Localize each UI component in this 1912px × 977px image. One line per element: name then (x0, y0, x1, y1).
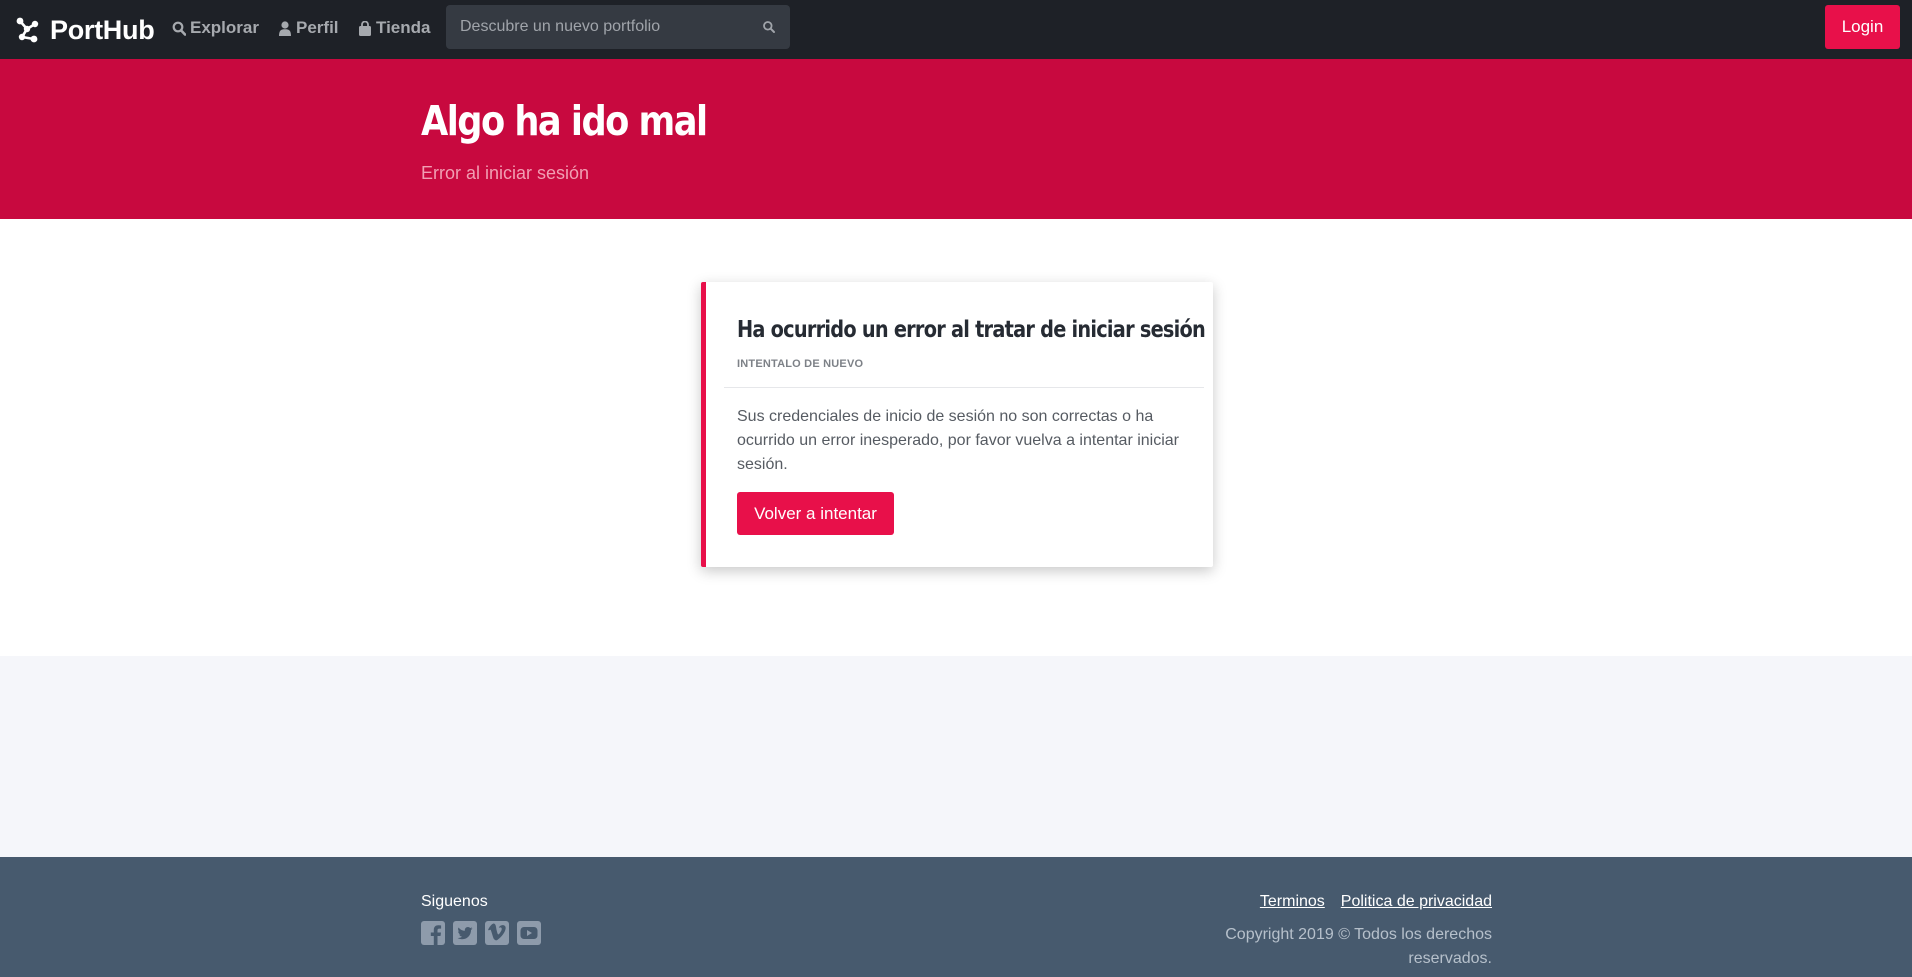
error-card-title: Ha ocurrido un error al tratar de inicia… (737, 317, 1206, 343)
error-card-subtitle: INTENTALO DE NUEVO (737, 358, 864, 370)
footer-links: Terminos Politica de privacidad (1244, 893, 1492, 911)
brand-logo[interactable]: PortHub (14, 12, 155, 48)
follow-us-label: Siguenos (421, 893, 488, 910)
nav-item-tienda[interactable]: Tienda (358, 18, 430, 38)
user-icon (279, 20, 291, 36)
shopping-bag-icon (359, 20, 371, 36)
terms-link[interactable]: Terminos (1260, 893, 1325, 911)
login-button[interactable]: Login (1825, 5, 1900, 49)
search-button[interactable] (762, 20, 776, 34)
nav-item-explorar[interactable]: Explorar (172, 18, 259, 38)
social-links (421, 921, 549, 945)
error-card: Ha ocurrido un error al tratar de inicia… (701, 282, 1213, 567)
privacy-policy-link[interactable]: Politica de privacidad (1341, 893, 1492, 911)
youtube-icon[interactable] (517, 921, 541, 945)
error-message: Sus credenciales de inicio de sesión no … (737, 408, 1180, 473)
page-title: Algo ha ido mal (421, 97, 708, 145)
search-icon (172, 21, 186, 36)
page-subtitle: Error al iniciar sesión (421, 163, 590, 183)
brand-name: PortHub (50, 14, 155, 45)
nav-item-label: Tienda (376, 18, 431, 37)
hero-banner: Algo ha ido mal Error al iniciar sesión (0, 59, 1912, 219)
search-icon (763, 21, 775, 33)
copyright-text: Copyright 2019 © Todos los derechos rese… (1225, 926, 1492, 967)
divider (724, 387, 1204, 388)
search-input[interactable] (446, 5, 746, 49)
nav-item-label: Explorar (190, 18, 259, 37)
footer: Siguenos Terminos Politica de privacidad… (0, 857, 1912, 977)
top-navbar: PortHub Explorar Perfil Tienda Logi (0, 0, 1912, 59)
search-box (446, 5, 790, 49)
twitter-icon[interactable] (453, 921, 477, 945)
main-content: Ha ocurrido un error al tratar de inicia… (0, 219, 1912, 656)
nav-item-label: Perfil (296, 18, 339, 37)
porthub-logo-icon (16, 17, 39, 42)
retry-button[interactable]: Volver a intentar (737, 492, 894, 535)
vimeo-icon[interactable] (485, 921, 509, 945)
nav-item-perfil[interactable]: Perfil (278, 18, 339, 38)
facebook-icon[interactable] (421, 921, 445, 945)
